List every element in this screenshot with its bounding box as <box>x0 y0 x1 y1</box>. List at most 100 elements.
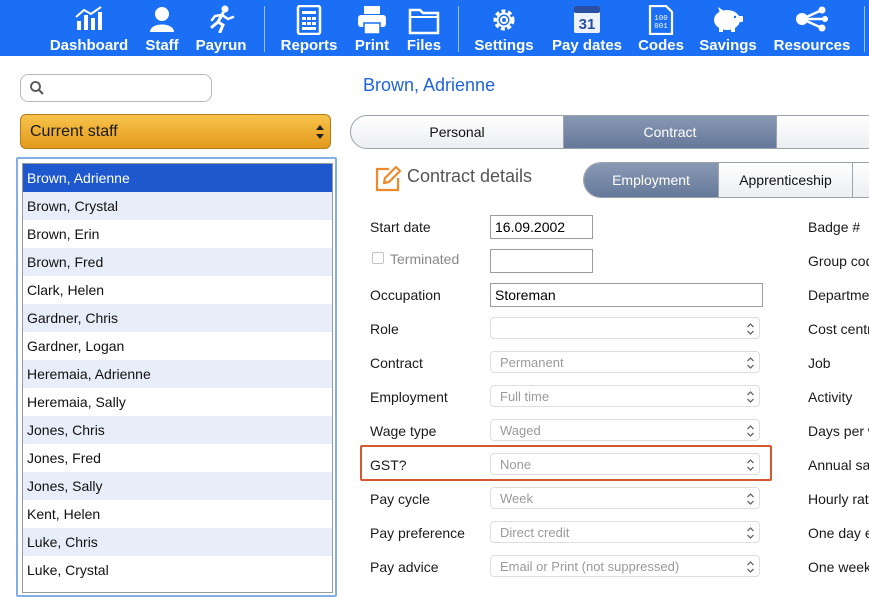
files-icon <box>408 8 440 35</box>
staff-list-item[interactable]: Heremaia, Sally <box>23 388 332 416</box>
select-arrows-icon <box>747 391 754 403</box>
staff-list-item[interactable]: Brown, Crystal <box>23 192 332 220</box>
main-toolbar: Dashboard Staff Payrun Reports Print Fil… <box>0 0 869 56</box>
resources-icon <box>796 6 828 32</box>
annual-salary-label: Annual sa <box>808 457 869 473</box>
staff-filter-dropdown[interactable]: Current staff <box>20 114 331 149</box>
occupation-field[interactable] <box>490 283 763 307</box>
sub-tabs: Employment Apprenticeship <box>583 162 869 198</box>
department-label: Departme <box>808 287 869 303</box>
pay-cycle-label: Pay cycle <box>370 491 430 507</box>
svg-text:001: 001 <box>654 23 668 31</box>
badge-label: Badge # <box>808 219 861 235</box>
toolbar-resources-button[interactable]: Resources <box>770 0 854 56</box>
hourly-rate-label: Hourly rat <box>808 491 869 507</box>
wage-type-select[interactable]: Waged <box>490 419 760 441</box>
toolbar-codes-button[interactable]: 100 001 Codes <box>636 0 686 56</box>
wage-type-label: Wage type <box>370 423 437 439</box>
staff-list-item[interactable]: Jones, Chris <box>23 416 332 444</box>
staff-list-inner: Brown, Adrienne Brown, Crystal Brown, Erin… <box>22 163 333 593</box>
select-arrows-icon <box>747 493 754 505</box>
tab-divider <box>852 163 853 197</box>
employment-label: Employment <box>370 389 448 405</box>
contract-select[interactable]: Permanent <box>490 351 760 373</box>
staff-list-item[interactable]: Brown, Erin <box>23 220 332 248</box>
toolbar-separator <box>264 6 265 52</box>
staff-filter-value: Current staff <box>30 123 118 140</box>
staff-list-item[interactable]: Luke, Chris <box>23 528 332 556</box>
toolbar-settings-button[interactable]: Settings <box>470 0 538 56</box>
terminated-label: Terminated <box>390 251 460 267</box>
toolbar-reports-label: Reports <box>280 37 338 54</box>
terminated-checkbox[interactable] <box>372 252 384 264</box>
toolbar-files-button[interactable]: Files <box>403 0 445 56</box>
start-date-label: Start date <box>370 219 431 235</box>
search-icon <box>30 81 44 95</box>
calendar-day: 31 <box>579 16 596 33</box>
employment-select[interactable]: Full time <box>490 385 760 407</box>
toolbar-pay-dates-label: Pay dates <box>551 37 623 54</box>
staff-list-item[interactable]: Clark, Helen <box>23 276 332 304</box>
staff-list-item[interactable]: Gardner, Chris <box>23 304 332 332</box>
toolbar-dashboard-button[interactable]: Dashboard <box>44 0 134 56</box>
edit-icon <box>375 165 402 192</box>
toolbar-reports-button[interactable]: Reports <box>278 0 340 56</box>
tab-personal[interactable]: Personal <box>351 116 563 148</box>
contract-value: Permanent <box>500 355 564 370</box>
toolbar-payrun-label: Payrun <box>195 37 247 54</box>
pay-cycle-value: Week <box>500 491 533 506</box>
pay-preference-select[interactable]: Direct credit <box>490 521 760 543</box>
staff-list: Brown, Adrienne Brown, Crystal Brown, Erin… <box>16 157 337 597</box>
main-tabs: Personal Contract <box>350 115 869 149</box>
tab-next[interactable] <box>777 116 869 148</box>
subtab-apprenticeship[interactable]: Apprenticeship <box>719 163 852 197</box>
days-per-week-label: Days per w <box>808 423 869 439</box>
tab-contract[interactable]: Contract <box>564 116 776 148</box>
select-arrows-icon <box>747 425 754 437</box>
svg-text:100: 100 <box>654 15 668 23</box>
staff-list-item[interactable]: Kent, Helen <box>23 500 332 528</box>
toolbar-files-label: Files <box>406 37 442 54</box>
staff-list-item[interactable]: Brown, Adrienne <box>23 164 332 192</box>
role-label: Role <box>370 321 399 337</box>
staff-list-item[interactable]: Gardner, Logan <box>23 332 332 360</box>
print-icon <box>358 6 386 35</box>
staff-search <box>20 74 212 102</box>
terminated-date-field[interactable] <box>490 249 593 273</box>
staff-list-item[interactable]: Jones, Sally <box>23 472 332 500</box>
role-select[interactable] <box>490 317 760 339</box>
toolbar-print-label: Print <box>354 37 390 54</box>
search-input[interactable] <box>49 79 204 97</box>
employee-name: Brown, Adrienne <box>363 75 496 95</box>
toolbar-codes-label: Codes <box>638 37 684 54</box>
toolbar-separator <box>864 6 865 52</box>
start-date-field[interactable] <box>490 215 593 239</box>
pay-preference-value: Direct credit <box>500 525 570 540</box>
pay-preference-label: Pay preference <box>370 525 465 541</box>
pay-cycle-select[interactable]: Week <box>490 487 760 509</box>
pay-advice-value: Email or Print (not suppressed) <box>500 559 680 574</box>
dashboard-icon <box>75 6 102 30</box>
staff-list-item[interactable]: Heremaia, Adrienne <box>23 360 332 388</box>
staff-list-item[interactable]: Brown, Fred <box>23 248 332 276</box>
toolbar-resources-label: Resources <box>773 37 851 54</box>
toolbar-dashboard-label: Dashboard <box>49 37 129 54</box>
toolbar-print-button[interactable]: Print <box>350 0 394 56</box>
contract-label: Contract <box>370 355 423 371</box>
one-week-label: One week <box>808 559 869 575</box>
subtab-employment[interactable]: Employment <box>584 163 718 197</box>
toolbar-staff-button[interactable]: Staff <box>140 0 184 56</box>
staff-list-item[interactable]: Luke, Crystal <box>23 556 332 584</box>
staff-list-item[interactable]: Jones, Fred <box>23 444 332 472</box>
toolbar-payrun-button[interactable]: Payrun <box>193 0 249 56</box>
pay-advice-label: Pay advice <box>370 559 439 575</box>
pay-advice-select[interactable]: Email or Print (not suppressed) <box>490 555 760 577</box>
cost-centre-label: Cost centr <box>808 321 869 337</box>
group-code-label: Group cod <box>808 253 869 269</box>
toolbar-staff-label: Staff <box>145 37 179 54</box>
one-day-label: One day e <box>808 525 869 541</box>
toolbar-pay-dates-button[interactable]: 31 Pay dates <box>548 0 626 56</box>
gst-highlight-box <box>360 445 772 481</box>
toolbar-separator <box>458 6 459 52</box>
toolbar-savings-button[interactable]: Savings <box>696 0 760 56</box>
